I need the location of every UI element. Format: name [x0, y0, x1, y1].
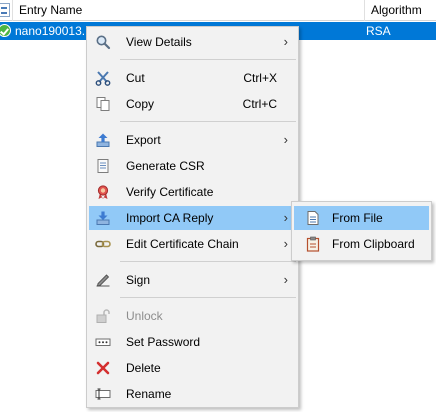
menu-item-import-ca-reply[interactable]: Import CA Reply ›: [89, 206, 296, 230]
menu-item-label: Import CA Reply: [126, 211, 214, 225]
csr-document-icon: [97, 159, 109, 173]
chevron-right-icon: ›: [283, 236, 288, 251]
column-header-algorithm[interactable]: Algorithm: [364, 0, 436, 21]
rename-field-icon: [95, 388, 111, 400]
menu-item-sign[interactable]: Sign ›: [89, 268, 296, 292]
import-icon: [96, 211, 110, 225]
file-icon: [307, 211, 319, 225]
menu-item-delete[interactable]: Delete: [89, 356, 296, 380]
menu-separator: [120, 121, 296, 122]
menu-item-export[interactable]: Export ›: [89, 128, 296, 152]
table-header: Entry Name Algorithm: [0, 0, 436, 21]
import-ca-reply-submenu: From File From Clipboard: [291, 201, 432, 261]
menu-item-label: Sign: [126, 273, 151, 287]
chevron-right-icon: ›: [283, 132, 288, 147]
algorithm-cell: RSA: [366, 24, 391, 38]
key-pair-status-icon: [0, 24, 11, 37]
menu-item-label: Copy: [126, 97, 155, 111]
pen-sign-icon: [96, 274, 110, 287]
certificate-ribbon-icon: [97, 185, 109, 199]
shortcut-label: Ctrl+C: [242, 97, 277, 111]
menu-item-label: From Clipboard: [332, 237, 415, 251]
entry-name-cell: nano190013.b: [15, 24, 85, 38]
red-x-icon: [96, 361, 110, 375]
menu-item-view-details[interactable]: View Details ›: [89, 30, 296, 54]
chevron-right-icon: ›: [283, 272, 288, 287]
menu-item-generate-csr[interactable]: Generate CSR: [89, 154, 296, 178]
clipboard-icon: [306, 236, 320, 252]
copy-icon: [96, 97, 110, 111]
magnifier-icon: [96, 35, 111, 50]
menu-item-unlock[interactable]: Unlock: [89, 304, 296, 328]
chevron-right-icon: ›: [283, 210, 288, 225]
menu-item-label: Edit Certificate Chain: [126, 237, 239, 251]
menu-item-label: Unlock: [126, 309, 163, 323]
shortcut-label: Ctrl+X: [243, 71, 277, 85]
menu-item-verify-certificate[interactable]: Verify Certificate: [89, 180, 296, 204]
password-field-icon: [95, 338, 111, 346]
menu-item-rename[interactable]: Rename: [89, 382, 296, 406]
menu-item-from-clipboard[interactable]: From Clipboard: [294, 232, 429, 256]
menu-item-label: Rename: [126, 387, 172, 401]
menu-item-label: Generate CSR: [126, 159, 205, 173]
menu-item-label: Set Password: [126, 335, 201, 349]
menu-item-label: Delete: [126, 361, 161, 375]
menu-item-cut[interactable]: Cut Ctrl+X: [89, 66, 296, 90]
column-header-entry-name[interactable]: Entry Name: [12, 0, 364, 21]
scissors-icon: [95, 71, 111, 86]
context-menu: View Details › Cut Ctrl+X Copy Ctrl+C Ex…: [86, 26, 299, 408]
padlock-open-icon: [96, 309, 110, 323]
menu-item-from-file[interactable]: From File: [294, 206, 429, 230]
menu-item-set-password[interactable]: Set Password: [89, 330, 296, 354]
menu-item-edit-certificate-chain[interactable]: Edit Certificate Chain ›: [89, 232, 296, 256]
menu-item-label: View Details: [126, 35, 192, 49]
menu-item-label: Verify Certificate: [126, 185, 214, 199]
export-icon: [96, 133, 110, 147]
menu-separator: [120, 261, 296, 262]
chevron-right-icon: ›: [283, 34, 288, 49]
menu-separator: [120, 297, 296, 298]
chain-icon: [95, 240, 111, 248]
menu-separator: [120, 59, 296, 60]
menu-item-copy[interactable]: Copy Ctrl+C: [89, 92, 296, 116]
menu-item-label: From File: [332, 211, 383, 225]
menu-item-label: Cut: [126, 71, 145, 85]
menu-item-label: Export: [126, 133, 161, 147]
column-chooser-icon[interactable]: [0, 3, 10, 17]
